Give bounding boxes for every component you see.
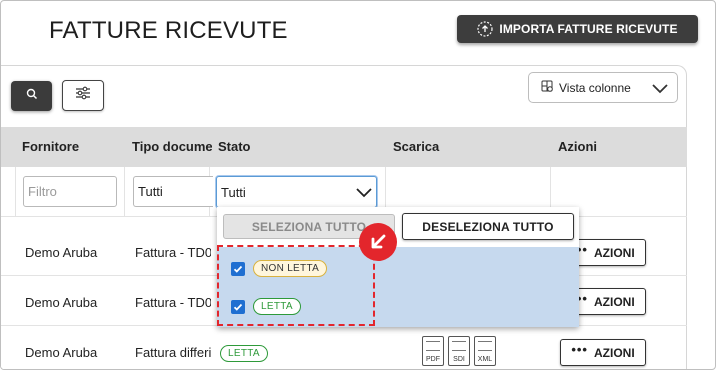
column-header-azioni: Azioni [558, 139, 597, 154]
row3-actions-button[interactable]: ••• AZIONI [560, 339, 646, 366]
arrow-down-left-icon [359, 223, 397, 261]
import-invoices-label: IMPORTA FATTURE RICEVUTE [499, 22, 678, 36]
tipo-filter-value: Tutti [138, 184, 163, 199]
dropdown-actions: SELEZIONA TUTTO DESELEZIONA TUTTO [217, 207, 579, 247]
filter-toggle-button[interactable] [62, 80, 104, 111]
search-button[interactable] [11, 81, 52, 111]
sdi-download-icon[interactable]: SDI [448, 336, 470, 366]
chevron-down-icon [355, 183, 373, 204]
row1-tipo: Fattura - TD01 [135, 245, 211, 260]
stato-filter-select[interactable]: Tutti [216, 176, 377, 208]
more-icon: ••• [571, 341, 588, 357]
upload-icon [477, 21, 494, 37]
row3-downloads: PDF SDI XML [422, 336, 496, 366]
search-icon [26, 87, 38, 105]
column-header-scarica: Scarica [393, 139, 440, 154]
columns-icon [541, 80, 553, 95]
fornitore-filter-input[interactable]: Filtro [23, 176, 117, 207]
page-title: FATTURE RICEVUTE [49, 17, 288, 44]
column-header-fornitore[interactable]: Fornitore [22, 139, 79, 154]
row2-fornitore: Demo Aruba [25, 295, 98, 310]
xml-download-icon[interactable]: XML [474, 336, 496, 366]
row3-fornitore: Demo Aruba [25, 345, 98, 360]
import-invoices-button[interactable]: IMPORTA FATTURE RICEVUTE [457, 15, 698, 43]
columns-view-dropdown[interactable]: Vista colonne [528, 72, 678, 103]
row3-status-badge: LETTA [220, 345, 268, 362]
row3-tipo: Fattura differita [135, 345, 211, 360]
row1-fornitore: Demo Aruba [25, 245, 98, 260]
column-divider [124, 167, 125, 217]
highlight-dashed-box [217, 245, 375, 326]
deselect-all-button[interactable]: DESELEZIONA TUTTO [402, 213, 574, 240]
columns-view-label: Vista colonne [559, 80, 631, 95]
fornitore-filter-placeholder: Filtro [28, 184, 57, 199]
row2-actions-label: AZIONI [593, 294, 635, 309]
chevron-down-icon [651, 81, 669, 98]
row2-tipo: Fattura - TD01 [135, 295, 211, 310]
sliders-icon [75, 86, 91, 105]
column-header-stato[interactable]: Stato [218, 139, 251, 154]
app-frame: FATTURE RICEVUTE IMPORTA FATTURE RICEVUT… [0, 0, 716, 370]
column-header-tipo-documento[interactable]: Tipo documento [132, 139, 212, 154]
row1-actions-label: AZIONI [593, 245, 635, 260]
column-divider [15, 167, 16, 217]
row3-actions-label: AZIONI [593, 345, 635, 360]
stato-filter-value: Tutti [221, 184, 246, 200]
tipo-filter-select[interactable]: Tutti [133, 176, 213, 207]
pdf-download-icon[interactable]: PDF [422, 336, 444, 366]
